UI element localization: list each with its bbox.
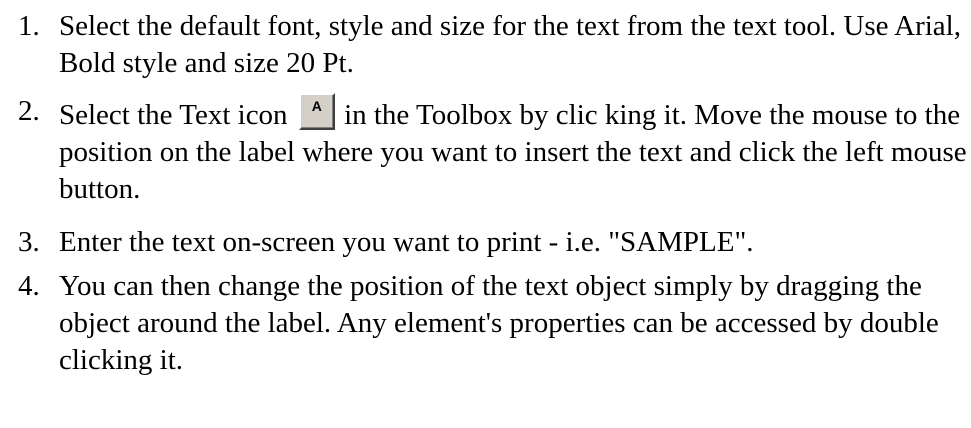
step-text: Select the Text icon A in the Toolbox by… — [59, 93, 971, 208]
step-number: 2. — [18, 95, 40, 127]
step-number: 1. — [18, 10, 40, 42]
step-number: 3. — [18, 226, 40, 258]
step-text: Enter the text on-screen you want to pri… — [59, 226, 754, 258]
step-text-before-icon: Select the Text icon — [59, 99, 288, 131]
step-text: You can then change the position of the … — [59, 270, 939, 376]
step-text: Select the default font, style and size … — [59, 10, 961, 79]
step-number: 4. — [18, 270, 40, 302]
text-tool-icon: A — [298, 93, 335, 130]
text-tool-glyph: A — [311, 98, 322, 114]
